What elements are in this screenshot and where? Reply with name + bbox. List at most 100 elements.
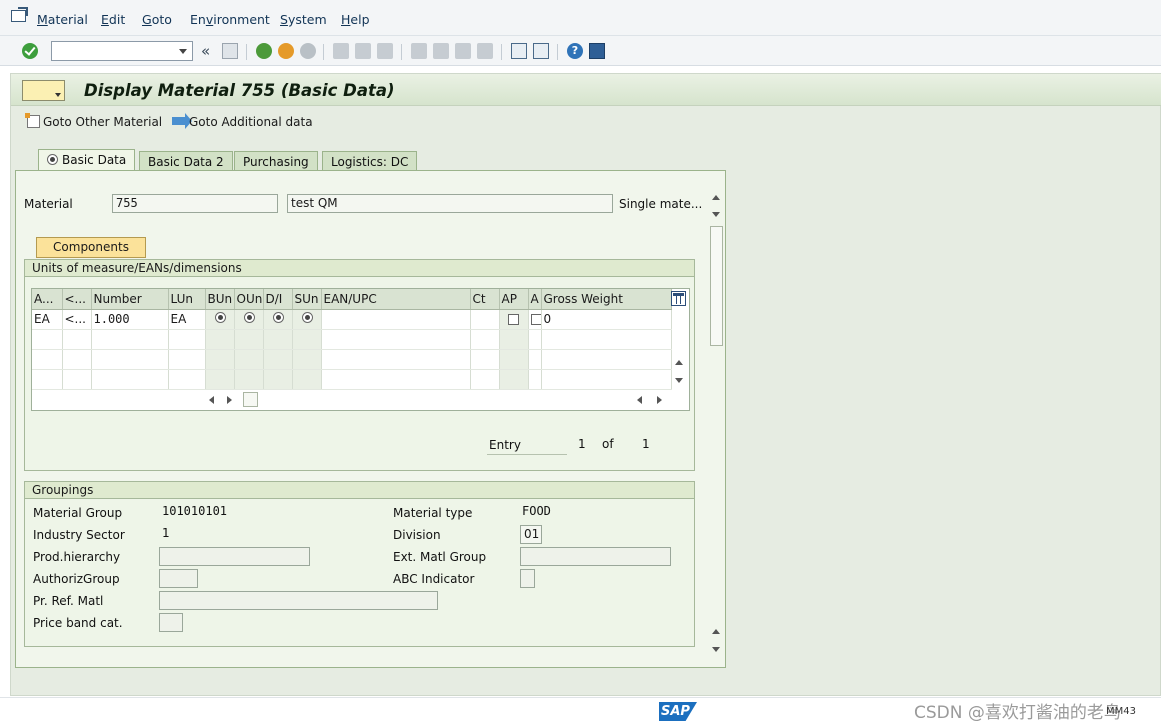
ap-checkbox[interactable] — [507, 314, 519, 325]
last-page-icon[interactable] — [477, 43, 493, 59]
customize-layout-icon[interactable] — [589, 43, 605, 59]
table-scroll-up-icon[interactable] — [675, 360, 683, 365]
col-alt-unit[interactable]: A... — [32, 289, 63, 310]
tab-logistics-dc[interactable]: Logistics: DC — [322, 151, 418, 171]
a-checkbox[interactable] — [530, 314, 540, 325]
shortcut-icon[interactable] — [533, 43, 549, 59]
cancel-icon[interactable] — [300, 43, 316, 59]
abc-indicator-field[interactable] — [520, 569, 535, 588]
authoriz-group-field[interactable] — [159, 569, 198, 588]
menu-environment[interactable]: Environment — [190, 12, 270, 27]
back-icon[interactable] — [256, 43, 272, 59]
menu-help[interactable]: Help — [341, 12, 370, 27]
table-row[interactable] — [32, 329, 672, 350]
col-sun[interactable]: SUn — [292, 289, 322, 310]
menu-goto[interactable]: Goto — [142, 12, 172, 27]
table-settings-icon[interactable] — [671, 291, 686, 306]
oun-radio[interactable] — [243, 312, 255, 323]
entry-of: of — [602, 437, 614, 451]
find-next-icon[interactable] — [377, 43, 393, 59]
menu-mnemonic: E — [101, 12, 109, 27]
screen-menu-button[interactable] — [22, 80, 65, 101]
di-radio[interactable] — [272, 312, 284, 323]
entry-current: 1 — [578, 437, 586, 451]
uom-group-title: Units of measure/EANs/dimensions — [25, 260, 694, 277]
cell-di — [263, 309, 293, 330]
goto-other-material-button[interactable]: Goto Other Material — [43, 115, 162, 129]
menu-material[interactable]: Material — [37, 12, 88, 27]
col-a[interactable]: A — [528, 289, 542, 310]
panel-vertical-scrollbar[interactable] — [709, 191, 724, 653]
table-header: A... <... Number LUn BUn OUn D/I SUn EAN… — [32, 289, 672, 310]
tab-panel: Material 755 test QM Single mate... Comp… — [15, 170, 726, 668]
help-icon[interactable]: ? — [567, 43, 583, 59]
col-oun[interactable]: OUn — [234, 289, 264, 310]
command-field[interactable] — [51, 41, 193, 61]
cell-bun — [205, 309, 235, 330]
menu-edit[interactable]: Edit — [101, 12, 125, 27]
col-bun[interactable]: BUn — [205, 289, 235, 310]
menu-exit-icon[interactable] — [11, 10, 26, 22]
main-area: Display Material 755 (Basic Data) Goto O… — [10, 73, 1161, 696]
prod-hierarchy-label: Prod.hierarchy — [33, 550, 121, 564]
uom-group: Units of measure/EANs/dimensions A... <.… — [24, 259, 695, 471]
table-row[interactable] — [32, 349, 672, 370]
col-gross-weight[interactable]: Gross Weight — [541, 289, 672, 310]
uom-table: A... <... Number LUn BUn OUn D/I SUn EAN… — [31, 288, 690, 411]
prod-hierarchy-field[interactable] — [159, 547, 310, 566]
tab-purchasing[interactable]: Purchasing — [234, 151, 318, 171]
table-row[interactable] — [32, 369, 672, 390]
scroll-right-icon[interactable] — [657, 396, 662, 404]
chevron-down-icon[interactable] — [179, 49, 187, 54]
sun-radio[interactable] — [301, 312, 313, 323]
scroll-down-icon[interactable] — [712, 212, 720, 217]
scroll-thumb[interactable] — [243, 392, 258, 407]
table-row[interactable]: EA <... 1.000 EA 0 — [32, 309, 672, 330]
col-ap[interactable]: AP — [499, 289, 529, 310]
toolbar-separator — [323, 44, 324, 60]
exit-icon[interactable] — [278, 43, 294, 59]
price-band-field[interactable] — [159, 613, 183, 632]
scroll-up-icon[interactable] — [712, 195, 720, 200]
scroll-right-icon[interactable] — [227, 396, 232, 404]
table-scroll-down-icon[interactable] — [675, 378, 683, 383]
material-number-field[interactable]: 755 — [112, 194, 278, 213]
pr-ref-matl-field[interactable] — [159, 591, 438, 610]
first-page-icon[interactable] — [411, 43, 427, 59]
bun-radio[interactable] — [214, 312, 226, 323]
tab-basic-data[interactable]: Basic Data — [38, 149, 136, 171]
menu-system[interactable]: System — [280, 12, 327, 27]
scroll-thumb[interactable] — [710, 226, 723, 346]
components-button[interactable]: Components — [36, 237, 146, 258]
collapse-command-icon[interactable]: « — [201, 42, 210, 60]
scroll-down-icon[interactable] — [712, 647, 720, 652]
transaction-code[interactable]: MM43 — [1106, 706, 1136, 717]
col-lun[interactable]: LUn — [168, 289, 206, 310]
save-icon[interactable] — [222, 43, 238, 59]
material-description-field[interactable]: test QM — [287, 194, 613, 213]
scroll-up-icon[interactable] — [712, 629, 720, 634]
cell-lun: EA — [168, 309, 206, 330]
previous-page-icon[interactable] — [433, 43, 449, 59]
price-band-label: Price band cat. — [33, 616, 123, 630]
ext-matl-group-field[interactable] — [520, 547, 671, 566]
tab-basic-data-2[interactable]: Basic Data 2 — [139, 151, 233, 171]
col-measure[interactable]: <... — [62, 289, 92, 310]
new-session-icon[interactable] — [511, 43, 527, 59]
scroll-left-icon[interactable] — [209, 396, 214, 404]
print-icon[interactable] — [333, 43, 349, 59]
sap-logo: SAP — [659, 702, 697, 721]
col-di[interactable]: D/I — [263, 289, 293, 310]
tab-label: Purchasing — [243, 155, 309, 169]
scroll-left-icon[interactable] — [637, 396, 642, 404]
table-horizontal-scrollbar[interactable] — [207, 392, 667, 407]
next-page-icon[interactable] — [455, 43, 471, 59]
division-field[interactable]: 01 — [520, 525, 542, 544]
enter-check-icon[interactable] — [22, 43, 38, 59]
goto-additional-data-button[interactable]: Goto Additional data — [189, 115, 313, 129]
col-number[interactable]: Number — [91, 289, 169, 310]
col-ean[interactable]: EAN/UPC — [321, 289, 471, 310]
find-icon[interactable] — [355, 43, 371, 59]
col-ct[interactable]: Ct — [470, 289, 500, 310]
watermark: CSDN @喜欢打酱油的老鸟 — [914, 703, 1121, 723]
